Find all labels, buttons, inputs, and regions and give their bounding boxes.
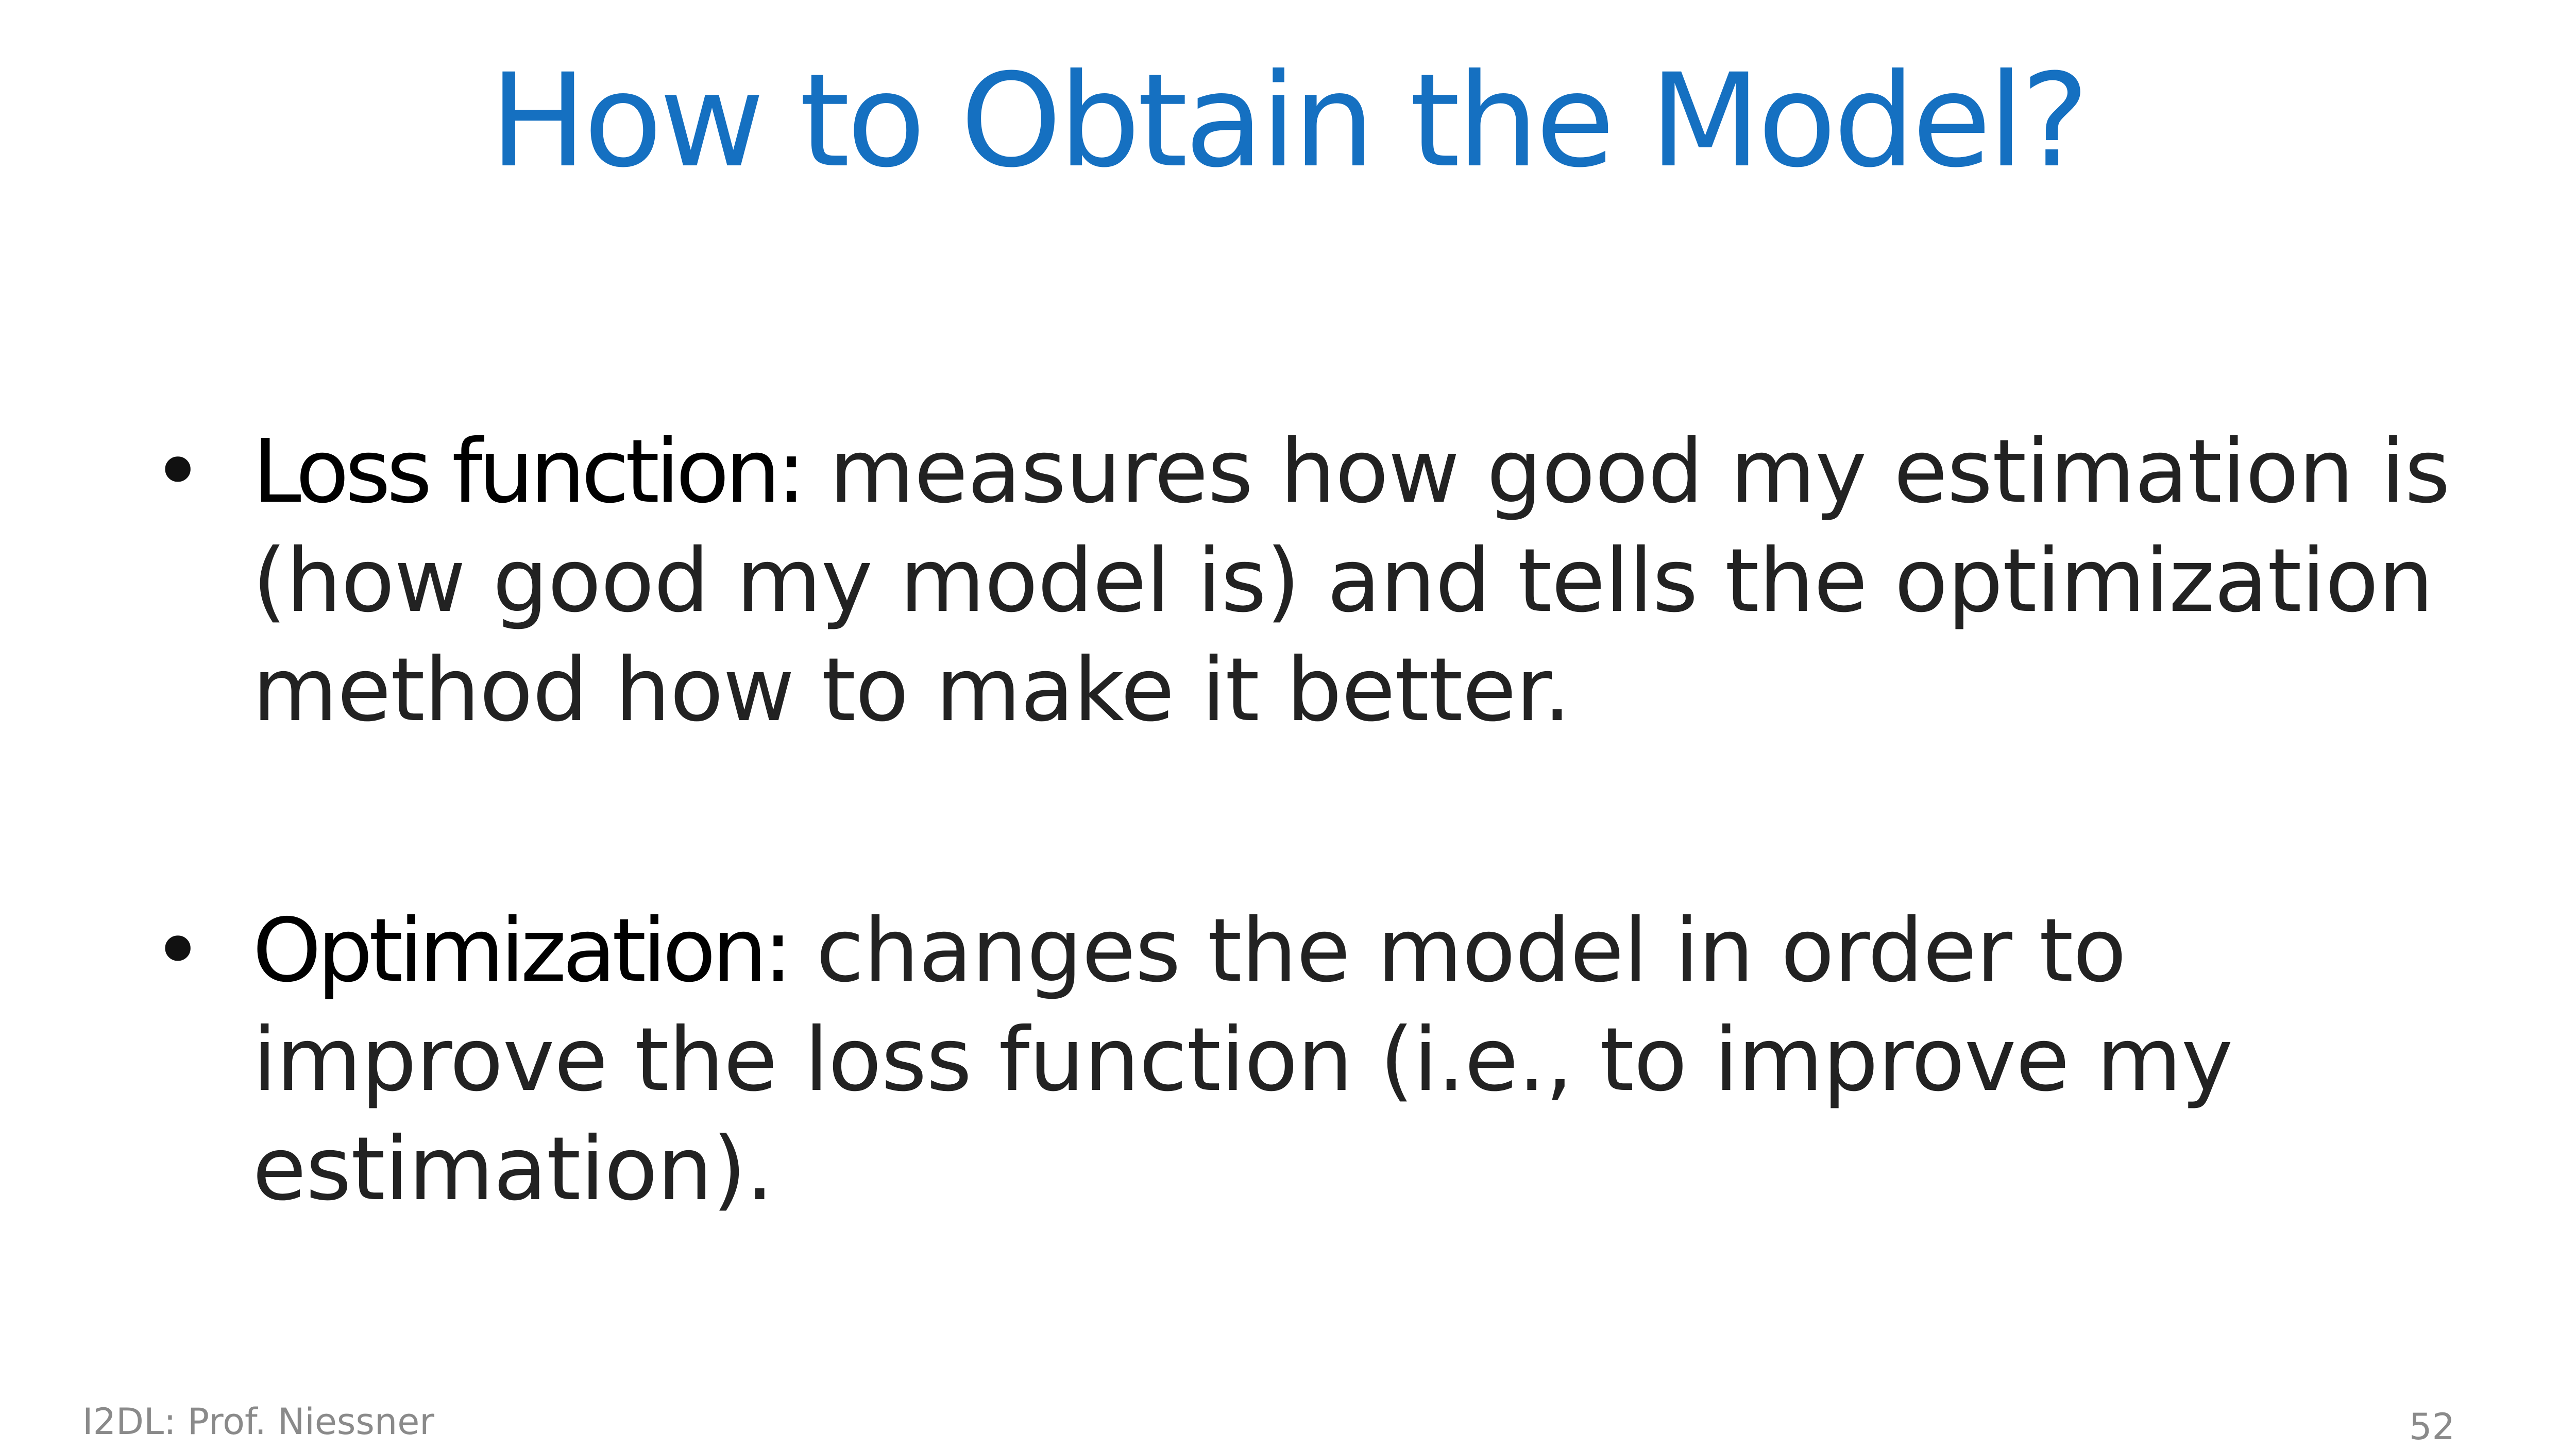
bullet-term: Loss function: xyxy=(252,421,806,523)
bullet-term: Optimization: xyxy=(252,900,793,1002)
bullet-optimization: • Optimization: changes the model in ord… xyxy=(152,896,2468,1224)
bullet-dot-icon: • xyxy=(152,900,204,1002)
page-number: 52 xyxy=(2409,1406,2455,1448)
footer-course-label: I2DL: Prof. Niessner xyxy=(82,1401,435,1443)
bullet-dot-icon: • xyxy=(152,421,204,523)
slide: How to Obtain the Model? • Loss function… xyxy=(0,0,2576,1449)
slide-title: How to Obtain the Model? xyxy=(489,46,2089,196)
bullet-loss-function: • Loss function: measures how good my es… xyxy=(152,417,2468,745)
